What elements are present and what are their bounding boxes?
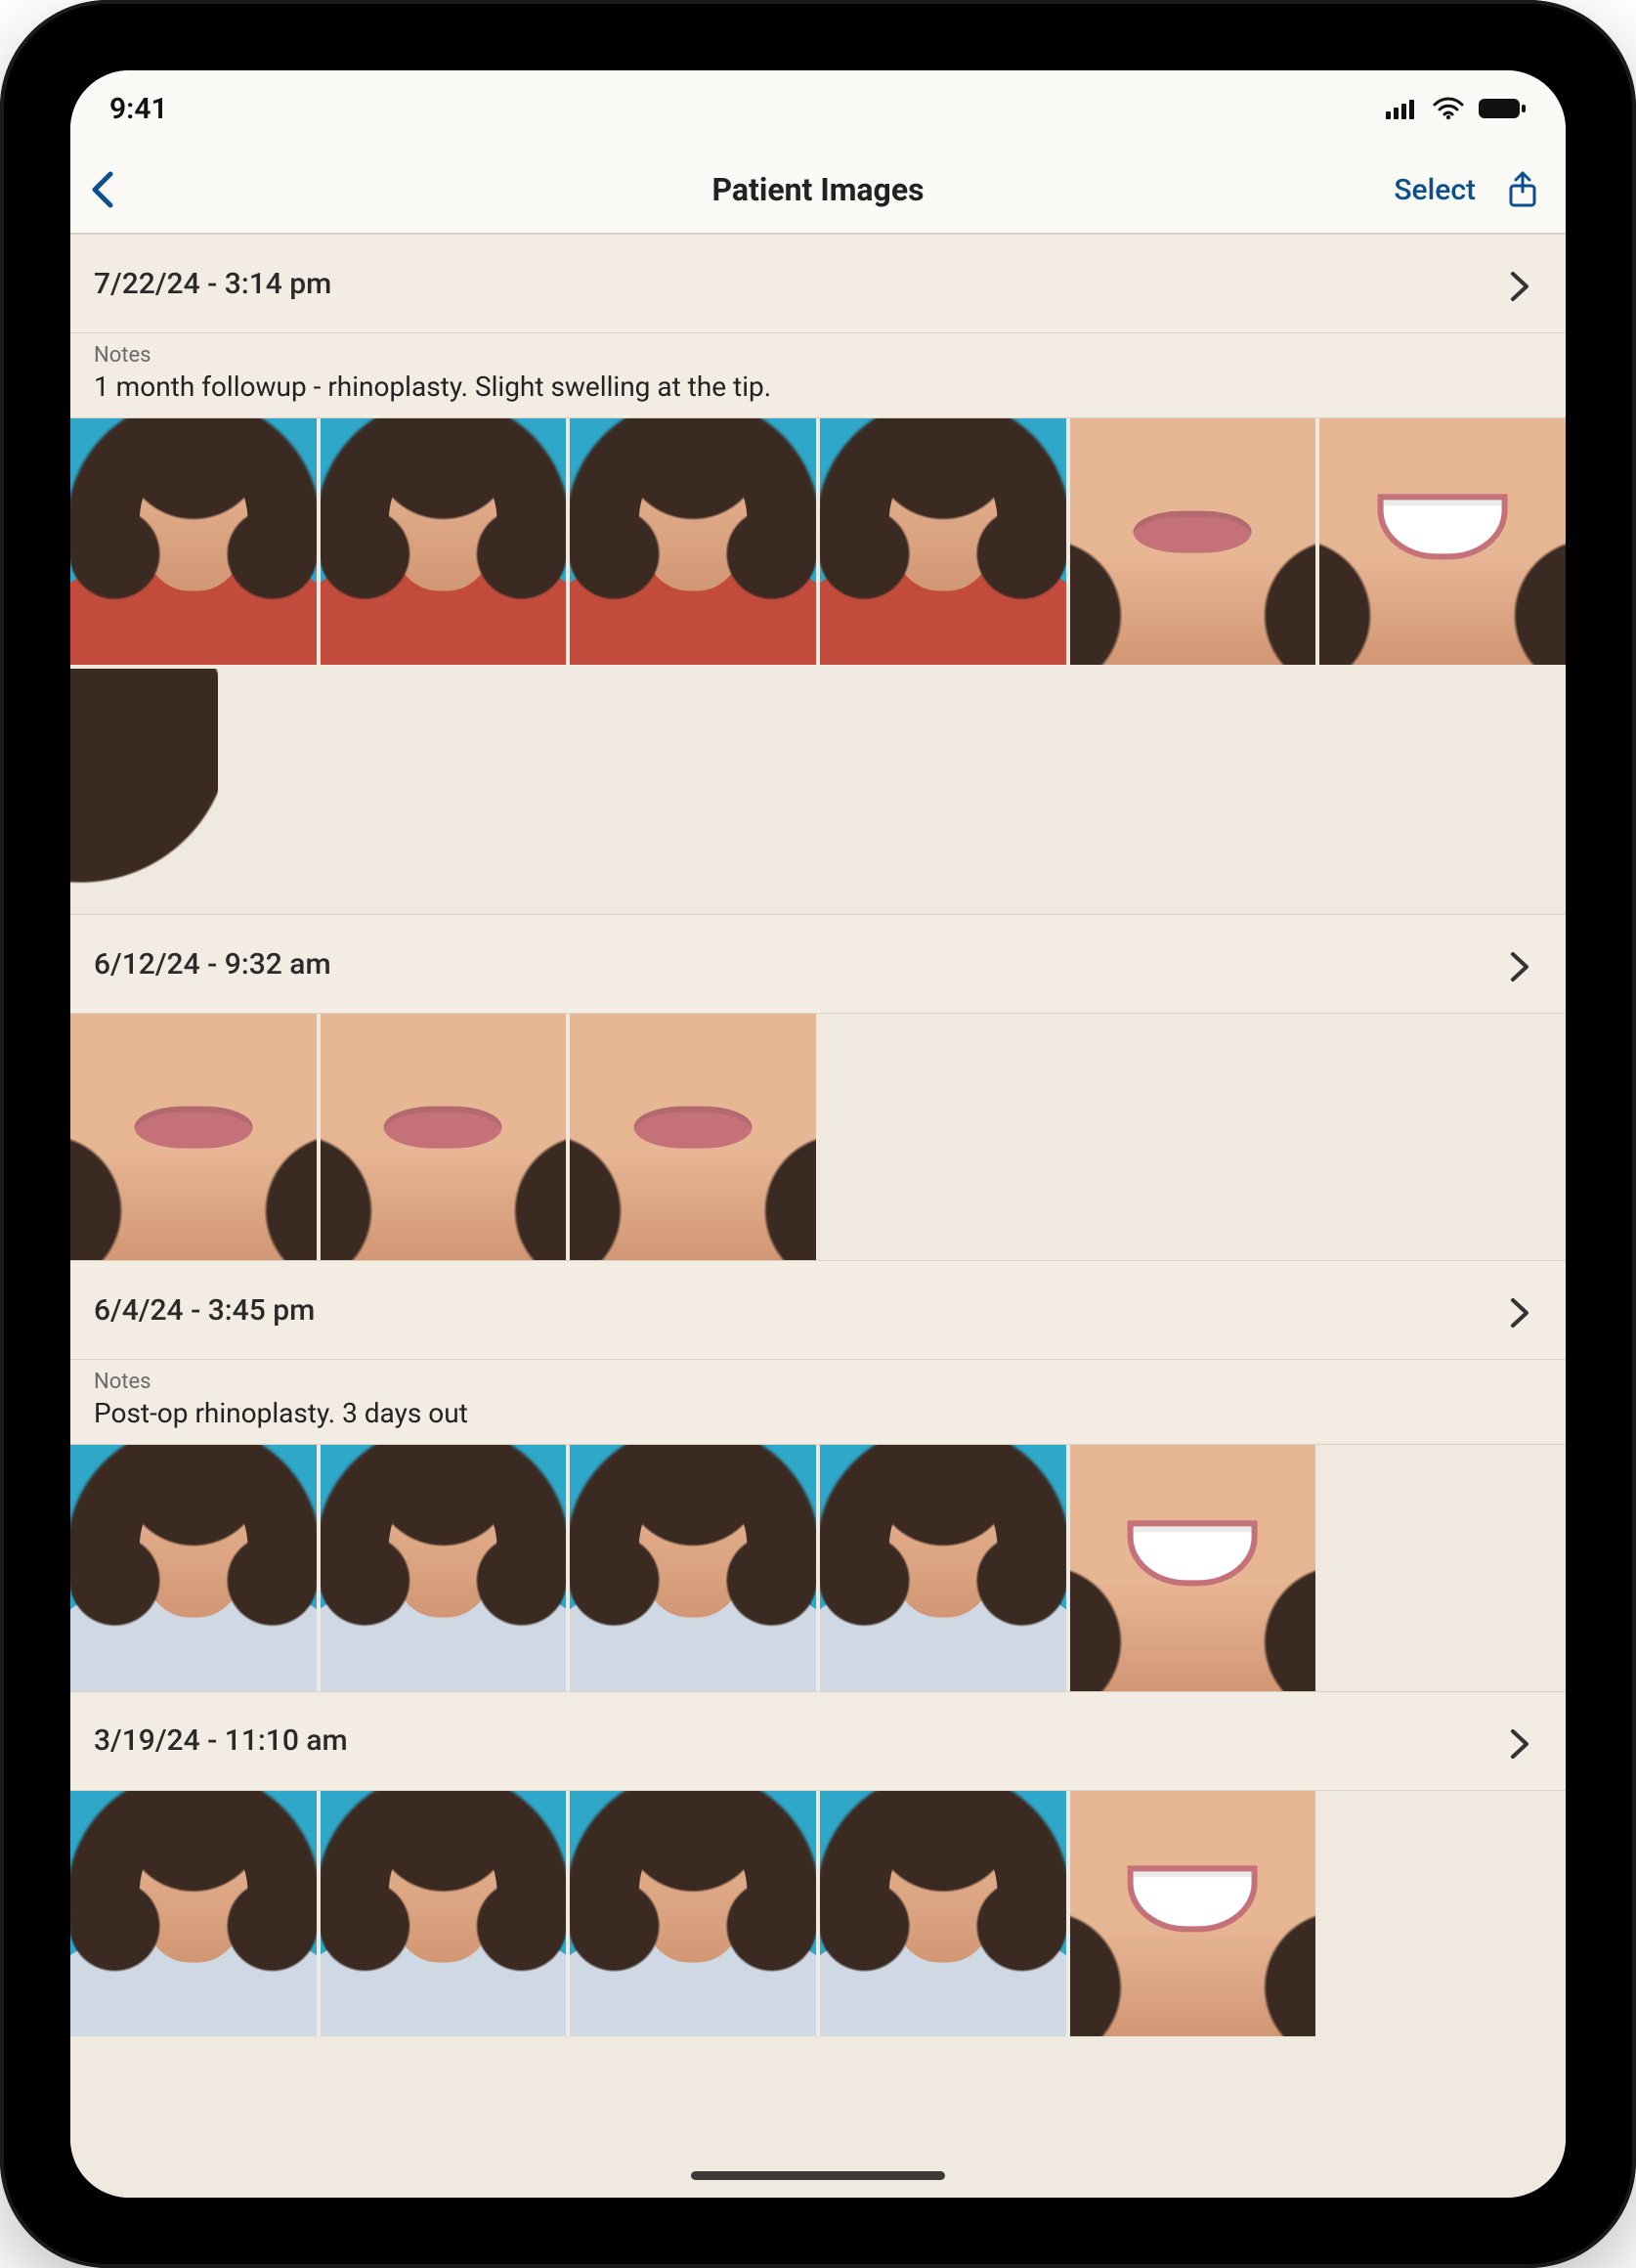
thumbnail-grid bbox=[70, 1445, 1566, 1691]
screen: 9:41 Patient Images bbox=[70, 70, 1566, 2198]
image-thumbnail[interactable] bbox=[1319, 418, 1566, 665]
image-thumbnail[interactable] bbox=[570, 1014, 816, 1260]
session-timestamp: 6/4/24 - 3:45 pm bbox=[94, 1293, 315, 1328]
image-thumbnail[interactable] bbox=[321, 1014, 567, 1260]
session-header[interactable]: 7/22/24 - 3:14 pm bbox=[70, 235, 1566, 333]
content-scroll[interactable]: 7/22/24 - 3:14 pmNotes1 month followup -… bbox=[70, 235, 1566, 2198]
chevron-right-icon bbox=[1509, 270, 1536, 297]
home-indicator bbox=[691, 2171, 945, 2180]
select-button[interactable]: Select bbox=[1388, 165, 1482, 215]
notes-text: 1 month followup - rhinoplasty. Slight s… bbox=[94, 370, 1542, 404]
chevron-right-icon bbox=[1509, 1727, 1536, 1755]
chevron-right-icon bbox=[1509, 1296, 1536, 1324]
share-button[interactable] bbox=[1501, 168, 1544, 211]
status-bar: 9:41 bbox=[70, 70, 1566, 147]
image-thumbnail[interactable] bbox=[321, 1791, 567, 2037]
image-thumbnail[interactable] bbox=[820, 1445, 1066, 1691]
thumbnail-grid bbox=[70, 1014, 1566, 1260]
image-thumbnail[interactable] bbox=[1070, 1445, 1316, 1691]
image-thumbnail[interactable] bbox=[1070, 1791, 1316, 2037]
session-timestamp: 7/22/24 - 3:14 pm bbox=[94, 267, 331, 301]
image-thumbnail[interactable] bbox=[70, 1014, 317, 1260]
image-thumbnail[interactable] bbox=[1070, 418, 1316, 665]
image-thumbnail[interactable] bbox=[70, 1445, 317, 1691]
session-notes: Notes1 month followup - rhinoplasty. Sli… bbox=[70, 333, 1566, 418]
notes-label: Notes bbox=[94, 1370, 1542, 1394]
cellular-icon bbox=[1386, 98, 1419, 119]
wifi-icon bbox=[1433, 97, 1464, 120]
image-thumbnail[interactable] bbox=[321, 418, 567, 665]
thumbnail-grid bbox=[70, 418, 1566, 914]
session-timestamp: 3/19/24 - 11:10 am bbox=[94, 1723, 348, 1758]
session-header[interactable]: 6/4/24 - 3:45 pm bbox=[70, 1260, 1566, 1360]
session-notes: NotesPost-op rhinoplasty. 3 days out bbox=[70, 1360, 1566, 1445]
image-thumbnail[interactable] bbox=[570, 418, 816, 665]
notes-label: Notes bbox=[94, 343, 1542, 368]
page-title: Patient Images bbox=[70, 171, 1566, 208]
image-thumbnail[interactable] bbox=[820, 418, 1066, 665]
session-header[interactable]: 3/19/24 - 11:10 am bbox=[70, 1691, 1566, 1791]
image-thumbnail[interactable] bbox=[570, 1445, 816, 1691]
image-thumbnail[interactable] bbox=[70, 1791, 317, 2037]
image-thumbnail[interactable] bbox=[570, 1791, 816, 2037]
ipad-device-frame: 9:41 Patient Images bbox=[0, 0, 1636, 2268]
status-right-cluster bbox=[1386, 97, 1527, 120]
chevron-right-icon bbox=[1509, 950, 1536, 978]
notes-text: Post-op rhinoplasty. 3 days out bbox=[94, 1396, 1542, 1430]
session-header[interactable]: 6/12/24 - 9:32 am bbox=[70, 914, 1566, 1014]
image-thumbnail[interactable] bbox=[321, 1445, 567, 1691]
image-thumbnail[interactable] bbox=[70, 418, 317, 665]
status-time: 9:41 bbox=[109, 92, 168, 126]
back-button[interactable] bbox=[80, 160, 123, 219]
session-timestamp: 6/12/24 - 9:32 am bbox=[94, 947, 331, 981]
thumbnail-grid bbox=[70, 1791, 1566, 2037]
nav-bar: Patient Images Select bbox=[70, 147, 1566, 235]
image-thumbnail[interactable] bbox=[70, 669, 317, 915]
battery-icon bbox=[1478, 97, 1527, 120]
image-thumbnail[interactable] bbox=[820, 1791, 1066, 2037]
